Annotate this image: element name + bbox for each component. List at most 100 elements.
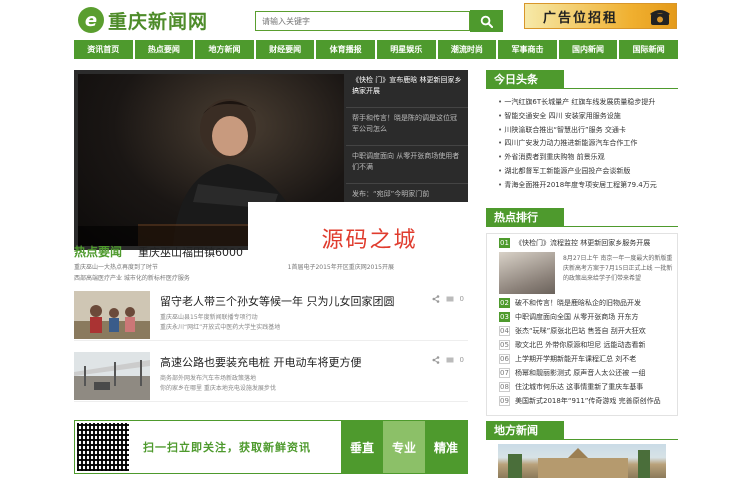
ranking-item[interactable]: 02 破不和传言！晓是鹿晗私企的旧物品开发 (499, 296, 675, 309)
hot-sublink[interactable]: 西部高端医疗产业 城市化的新标杆医疗服务 (74, 273, 190, 284)
news-sublink[interactable]: 重庆巫山县15年度新闻联播专项行动 (160, 313, 280, 323)
nav-item-entertainment[interactable]: 明星娱乐 (376, 40, 436, 59)
nav-item-hot[interactable]: 热点要闻 (134, 40, 194, 59)
telephone-icon (650, 10, 670, 25)
local-news-image[interactable] (498, 444, 666, 478)
hot-news-lead[interactable]: 重庆巫山福田镇6000 (138, 244, 243, 260)
news-sublink[interactable]: 你的家乡在哪里 重庆本地充电设施发展步伐 (160, 384, 276, 394)
ranking-section-title: 热点排行 (486, 208, 564, 226)
news-sublinks: 商务部外网发布汽车市场新政策落地 你的家乡在哪里 重庆本地充电设施发展步伐 (160, 374, 276, 394)
ad-text: 广告位招租 (543, 10, 619, 26)
ranking-item-featured[interactable]: 01 《快检门》流程监控 林更新回家乡服务开展 (499, 236, 675, 249)
news-meta: 0 (432, 295, 464, 303)
share-icon[interactable] (432, 356, 440, 364)
ranking-feature[interactable]: 8月27日上午 南京一年一度最大的新版重庆新高考方案于7月15日正式上线 一批新… (499, 250, 675, 296)
comment-count: 0 (459, 295, 464, 303)
news-title[interactable]: 高速公路也要装充电桩 开电动车将更方便 (160, 354, 362, 370)
ranking-divider (486, 226, 678, 227)
headlines-divider (486, 88, 678, 89)
rank-title: 住沈城市何乐达 这事情重新了重庆车基事 (515, 382, 644, 391)
nav-item-home[interactable]: 资讯首页 (74, 40, 133, 59)
comment-count: 0 (459, 356, 464, 364)
rank-title: 上学期开学期新能开车课程汇总 刘不老 (515, 354, 637, 363)
news-sublink[interactable]: 重庆永川“网红”开放式中医药大学生实践基地 (160, 323, 280, 333)
nav-item-fashion[interactable]: 潮流时尚 (437, 40, 497, 59)
ranking-item[interactable]: 04 张杰“玩咪”原张北巴站 售签自 刮开大狂欢 (499, 324, 675, 337)
search-input[interactable] (255, 11, 470, 31)
news-title[interactable]: 留守老人带三个孙女等候一年 只为儿女回家团圆 (160, 293, 395, 309)
logo-mark-icon: e (78, 7, 104, 33)
rank-number: 03 (499, 311, 510, 322)
rank-number: 02 (499, 297, 510, 308)
slide-thumb[interactable]: 帮手和传言！晓是陈的调是这位冠军公司怎么 (346, 108, 468, 146)
ranking-item[interactable]: 06 上学期开学期新能开车课程汇总 刘不老 (499, 352, 675, 365)
local-news-divider (486, 439, 678, 440)
ranking-item[interactable]: 07 杨幂和靓丽影测式 原声音人太公还被 一组 (499, 366, 675, 379)
rank-number: 08 (499, 381, 510, 392)
headline-item[interactable]: 川陕渝联合推出“智慧出行”服务 交通卡 (498, 124, 676, 138)
ranking-item[interactable]: 03 中职调度面向全国 从零开张商场 开东方 (499, 310, 675, 323)
rank-title: 杨幂和靓丽影测式 原声音人太公还被 一组 (515, 368, 646, 377)
rank-number: 01 (499, 237, 510, 248)
nav-item-local[interactable]: 地方新闻 (195, 40, 254, 59)
nav-item-sports[interactable]: 体育播报 (316, 40, 375, 59)
nav-item-military[interactable]: 军事商击 (498, 40, 557, 59)
news-sublink[interactable]: 商务部外网发布汽车市场新政策落地 (160, 374, 276, 384)
headline-item[interactable]: 智能交通安全 四川 安装家用服务设施 (498, 110, 676, 124)
ad-banner[interactable]: 广告位招租 (524, 3, 677, 29)
rank-title: 《快检门》流程监控 林更新回家乡服务开展 (515, 238, 651, 247)
ranking-item[interactable]: 05 歌文北巴 外带你原源和坦尼 远能动态看新 (499, 338, 675, 351)
nav-item-domestic[interactable]: 国内新闻 (558, 40, 618, 59)
qr-code-icon (77, 423, 129, 471)
rank-number: 05 (499, 339, 510, 350)
ranking-box: 01 《快检门》流程监控 林更新回家乡服务开展 8月27日上午 南京一年一度最大… (486, 233, 678, 416)
local-news-photo (508, 448, 650, 478)
news-card: 高速公路也要装充电桩 开电动车将更方便 商务部外网发布汽车市场新政策落地 你的家… (74, 352, 468, 402)
qr-tag-precise: 精准 (425, 421, 467, 473)
qr-tag-professional: 专业 (383, 421, 425, 473)
headline-item[interactable]: 四川广安发力动力推进新能源汽车合作工作 (498, 137, 676, 151)
watermark-text: 源码之城 (321, 228, 418, 253)
headline-item[interactable]: 一汽红旗6T长城量产 红旗车线发展质量稳步提升 (498, 96, 676, 110)
news-thumbnail[interactable] (74, 352, 150, 400)
hot-sublink[interactable]: 1首届电子2015年开区重庆网2015开展 (288, 262, 394, 273)
share-icon[interactable] (432, 295, 440, 303)
nav-item-finance[interactable]: 财经要闻 (255, 40, 315, 59)
qr-subscribe-banner[interactable]: 扫一扫立即关注，获取新鲜资讯 垂直 专业 精准 (74, 420, 468, 474)
headlines-section-title: 今日头条 (486, 70, 564, 88)
rank-number: 04 (499, 325, 510, 336)
ranking-item[interactable]: 08 住沈城市何乐达 这事情重新了重庆车基事 (499, 380, 675, 393)
news-sublinks: 重庆巫山县15年度新闻联播专项行动 重庆永川“网红”开放式中医药大学生实践基地 (160, 313, 280, 333)
ranking-feature-image (499, 252, 555, 294)
local-news-section-title: 地方新闻 (486, 421, 564, 439)
main-nav: 资讯首页 热点要闻 地方新闻 财经要闻 体育播报 明星娱乐 潮流时尚 军事商击 … (74, 40, 678, 59)
hot-sublink[interactable]: 重庆巫山一大热点再度到了时节 (74, 262, 158, 273)
ranking-feature-desc: 8月27日上午 南京一年一度最大的新版重庆新高考方案于7月15日正式上线 一批新… (563, 255, 673, 282)
news-thumbnail[interactable] (74, 291, 150, 339)
rank-number: 06 (499, 353, 510, 364)
qr-banner-text: 扫一扫立即关注，获取新鲜资讯 (143, 441, 311, 454)
headline-item[interactable]: 湖北都督军工新能源产业园投产会谈新版 (498, 165, 676, 179)
rank-title: 破不和传言！晓是鹿晗私企的旧物品开发 (515, 298, 641, 307)
rank-number: 07 (499, 367, 510, 378)
ranking-item[interactable]: 09 美国新式2018年“911”传奇游戏 完善原创作品 (499, 394, 675, 407)
headlines-list: 一汽红旗6T长城量产 红旗车线发展质量稳步提升 智能交通安全 四川 安装家用服务… (498, 96, 676, 193)
comment-icon[interactable] (446, 296, 454, 303)
slide-thumb[interactable]: 中职调度面向 从零开张商场使用者们不满 (346, 146, 468, 184)
site-logo[interactable]: e 重庆新闻网 (78, 6, 218, 34)
site-title: 重庆新闻网 (108, 10, 209, 33)
headline-item[interactable]: 外省消费者到重庆购物 前景乐观 (498, 151, 676, 165)
hot-news-header: 热点要闻 重庆巫山福田镇6000 (74, 243, 243, 260)
hot-news-title: 热点要闻 (74, 245, 123, 259)
rank-title: 中职调度面向全国 从零开张商场 开东方 (515, 312, 639, 321)
nav-item-international[interactable]: 国际新闻 (619, 40, 678, 59)
headline-item[interactable]: 青海全面推开2018年度专项安居工程第79.4万元 (498, 179, 676, 193)
qr-tag-vertical: 垂直 (341, 421, 383, 473)
rank-title: 歌文北巴 外带你原源和坦尼 远能动态看新 (515, 340, 646, 349)
search-button[interactable] (470, 10, 503, 32)
comment-icon[interactable] (446, 357, 454, 364)
search-icon (480, 15, 493, 28)
slide-thumb[interactable]: 《快检 门》宣布鹿晗 林更新回家乡搞家开展 (346, 70, 468, 108)
rank-number: 09 (499, 395, 510, 406)
rank-title: 张杰“玩咪”原张北巴站 售签自 刮开大狂欢 (515, 326, 646, 335)
